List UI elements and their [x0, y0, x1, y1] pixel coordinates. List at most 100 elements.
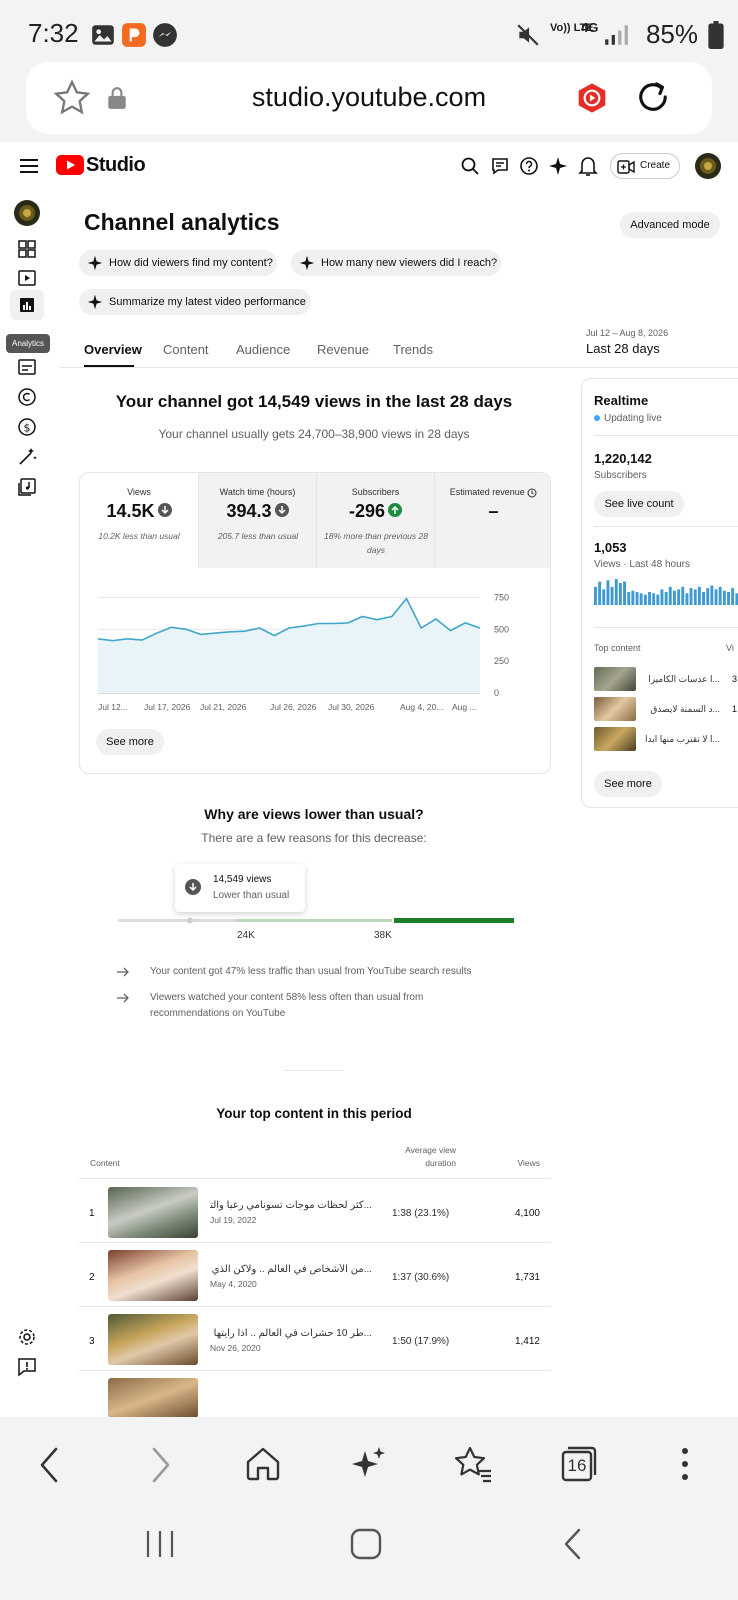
feedback-icon[interactable] [14, 1354, 40, 1380]
see-live-count-button[interactable]: See live count [594, 491, 684, 517]
system-back-icon[interactable] [562, 1527, 584, 1561]
row-divider [79, 1242, 551, 1243]
back-icon[interactable] [36, 1445, 64, 1485]
metric-subscribers[interactable]: Subscribers -296 18% more than previous … [316, 473, 434, 568]
studio-brand[interactable]: Studio [86, 154, 146, 177]
realtime-item-title[interactable]: ...ا عدسات الكاميرا [642, 674, 720, 685]
notifications-icon[interactable] [578, 155, 598, 177]
channel-avatar[interactable] [14, 200, 40, 226]
earn-icon[interactable]: $ [14, 414, 40, 440]
chip-new-viewers[interactable]: How many new viewers did I reach? [291, 250, 501, 276]
comments-icon[interactable] [490, 156, 510, 176]
col-views[interactable]: Views [500, 1158, 540, 1168]
realtime-bar [710, 585, 714, 605]
metric-watch-time[interactable]: Watch time (hours) 394.3 205.7 less than… [198, 473, 316, 568]
realtime-thumbnail[interactable] [594, 697, 636, 721]
sidebar-item-analytics[interactable] [10, 290, 44, 320]
video-title[interactable]: ...كثر لحظات موجات تسونامي رعبا والتي [210, 1200, 372, 1211]
tab-overview[interactable]: Overview [84, 342, 142, 357]
status-time: 7:32 [28, 18, 79, 48]
video-date: Nov 26, 2020 [210, 1343, 261, 1353]
tab-revenue[interactable]: Revenue [317, 342, 369, 357]
row-number: 1 [89, 1208, 95, 1219]
bookmarks-icon[interactable] [453, 1445, 493, 1483]
ai-sparkle-icon[interactable] [350, 1445, 388, 1483]
customization-icon[interactable] [14, 444, 40, 470]
metric-value: – [488, 501, 499, 521]
realtime-see-more-button[interactable]: See more [594, 771, 662, 797]
realtime-bar [627, 592, 631, 605]
realtime-bar [731, 588, 735, 605]
date-range-dates[interactable]: Jul 12 – Aug 8, 2026 [586, 328, 668, 338]
views-chart[interactable]: 750 500 250 0 Jul 12... Jul 17, 2026 Jul 21, 2… [80, 583, 551, 713]
create-button[interactable]: Create [610, 153, 680, 179]
video-thumbnail[interactable] [108, 1314, 198, 1365]
realtime-bar [635, 592, 639, 605]
content-icon[interactable] [14, 265, 40, 291]
copyright-icon[interactable] [14, 384, 40, 410]
tab-trends[interactable]: Trends [393, 342, 433, 357]
search-icon[interactable] [460, 156, 480, 176]
tabs-button[interactable]: 16 [560, 1445, 598, 1483]
realtime-item-title[interactable]: ...د السمنة لايصدق [642, 704, 720, 715]
youtube-logo-icon[interactable] [56, 155, 84, 175]
video-title[interactable]: ...طر 10 حشرات في العالم .. اذا رأيتها ل… [210, 1328, 372, 1339]
svg-text:$: $ [24, 422, 31, 435]
forward-icon[interactable] [146, 1445, 174, 1485]
more-options-icon[interactable] [678, 1445, 692, 1483]
video-thumbnail[interactable] [108, 1250, 198, 1301]
reload-icon[interactable] [632, 76, 674, 118]
realtime-subscribers: 1,220,142 [594, 451, 652, 466]
video-thumbnail[interactable] [108, 1378, 198, 1417]
dashboard-icon[interactable] [14, 236, 40, 262]
arrow-up-icon [388, 503, 403, 518]
range-bar [118, 917, 514, 924]
menu-icon[interactable] [20, 158, 38, 174]
youtube-studio-app-icon[interactable] [576, 82, 608, 114]
mute-icon [517, 24, 539, 46]
system-home-icon[interactable] [349, 1527, 383, 1561]
advanced-mode-button[interactable]: Advanced mode [620, 212, 720, 238]
date-range-selector[interactable]: Last 28 days [586, 341, 660, 356]
metric-views[interactable]: Views 14.5K 10.2K less than usual [80, 473, 198, 568]
why-lower-title: Why are views lower than usual? [204, 806, 424, 822]
tab-audience[interactable]: Audience [236, 342, 290, 357]
signal-icon [605, 25, 628, 45]
video-views: 4,100 [514, 1208, 540, 1219]
url-text[interactable]: studio.youtube.com [26, 82, 712, 113]
realtime-views-label: Views · Last 48 hours [594, 559, 690, 570]
recent-apps-icon[interactable] [144, 1527, 176, 1561]
range-high-tick: 38K [374, 930, 392, 941]
help-icon[interactable] [519, 156, 539, 176]
row-divider [79, 1306, 551, 1307]
row-number: 3 [89, 1336, 95, 1347]
settings-icon[interactable] [14, 1324, 40, 1350]
realtime-bar [668, 586, 672, 605]
realtime-thumbnail[interactable] [594, 727, 636, 751]
realtime-thumbnail[interactable] [594, 667, 636, 691]
realtime-bar [614, 579, 618, 605]
chip-summarize[interactable]: Summarize my latest video performance [79, 289, 311, 315]
audio-library-icon[interactable] [14, 474, 40, 500]
chip-viewers-find[interactable]: How did viewers find my content? [79, 250, 277, 276]
realtime-views: 1,053 [594, 540, 627, 555]
subtitles-icon[interactable] [14, 354, 40, 380]
home-icon[interactable] [244, 1445, 282, 1483]
divider [594, 627, 738, 628]
sparkle-icon[interactable] [548, 156, 568, 176]
see-more-button[interactable]: See more [96, 729, 164, 755]
tab-content[interactable]: Content [163, 342, 209, 357]
realtime-bar-chart[interactable] [594, 575, 738, 609]
col-avg-view-duration[interactable]: Average view duration [372, 1144, 456, 1170]
realtime-bar [594, 586, 597, 605]
address-bar[interactable]: studio.youtube.com [26, 62, 712, 134]
realtime-item-title[interactable]: ...ا لا تقترب منها ابدا [642, 734, 720, 745]
video-thumbnail[interactable] [108, 1187, 198, 1238]
metric-comparison: 18% more than previous 28 days [324, 531, 428, 555]
realtime-item-views: 3 [732, 674, 738, 684]
x-tick-label: Aug ... [452, 702, 477, 712]
account-avatar[interactable] [695, 153, 721, 179]
video-title[interactable]: ...من الأشخاص في العالم .. ولاكن الذي حد [210, 1264, 372, 1275]
x-tick-label: Jul 26, 2026 [270, 702, 317, 712]
metric-revenue[interactable]: Estimated revenue – [434, 473, 550, 568]
